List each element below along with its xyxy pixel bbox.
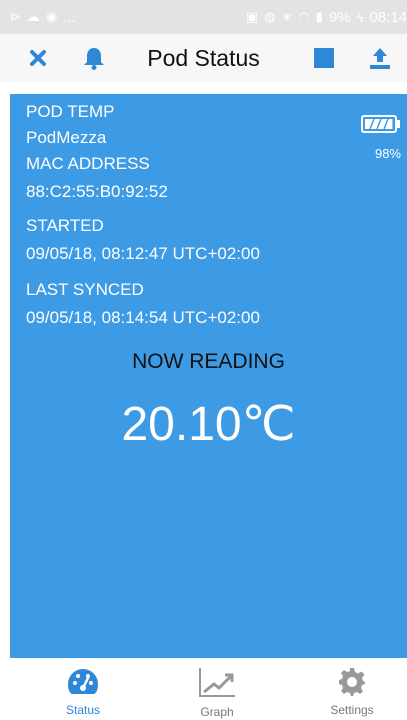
tab-graph-label: Graph <box>200 705 234 719</box>
vibrate-icon: ▣ <box>245 9 259 24</box>
mac-address-label: MAC ADDRESS <box>26 154 150 173</box>
battery-percent-text: 9% <box>328 8 351 26</box>
bell-icon <box>84 48 104 70</box>
tab-settings[interactable]: Settings <box>307 666 397 717</box>
signal-icon: ▮ <box>315 9 323 24</box>
started-value: 09/05/18, 08:12:47 UTC+02:00 <box>26 244 260 263</box>
alarm-button[interactable] <box>78 42 110 74</box>
bottom-navigation: Status Graph Settings <box>0 658 407 720</box>
page-title: Pod Status <box>147 45 260 71</box>
stop-icon <box>314 48 334 68</box>
upload-button[interactable] <box>364 42 396 74</box>
tab-status[interactable]: Status <box>38 666 128 717</box>
gamepad-icon: ◉ <box>45 9 58 24</box>
last-synced-value: 09/05/18, 08:14:54 UTC+02:00 <box>26 308 260 327</box>
system-status-bar: ⊳ ☁ ◉ ... ▣ ◍ ∗ ◠ ▮ 9% ϟ 08:14 <box>0 0 407 34</box>
cloud-icon: ☁ <box>26 9 40 24</box>
pod-battery-percent: 98% <box>374 146 401 161</box>
close-button[interactable] <box>22 42 54 74</box>
tab-settings-label: Settings <box>330 703 374 717</box>
mac-address-value: 88:C2:55:B0:92:52 <box>26 182 168 201</box>
more-notifications-text: ... <box>63 8 76 26</box>
cast-icon: ⊳ <box>10 9 21 24</box>
pod-name: PodMezza <box>26 128 107 147</box>
clock: 08:14 <box>369 8 407 26</box>
speedometer-icon <box>68 669 98 694</box>
notification-icons: ⊳ ☁ ◉ ... <box>10 9 76 26</box>
close-icon <box>30 50 46 66</box>
graph-icon <box>199 668 235 697</box>
bluetooth-icon: ∗ <box>281 9 293 24</box>
last-synced-label: LAST SYNCED <box>26 280 144 299</box>
started-label: STARTED <box>26 216 104 235</box>
charging-icon: ϟ <box>356 9 364 25</box>
wifi-icon: ◠ <box>298 9 310 24</box>
now-reading-label: NOW READING <box>132 350 285 373</box>
tab-graph[interactable]: Graph <box>172 666 262 719</box>
pod-status-panel: POD TEMP PodMezza MAC ADDRESS 88:C2:55:B… <box>10 94 407 658</box>
gear-icon <box>339 668 365 696</box>
battery-icon <box>361 115 400 133</box>
app-header: Pod Status <box>0 34 407 82</box>
stop-button[interactable] <box>308 42 340 74</box>
temperature-reading: 20.10℃ <box>121 398 296 451</box>
pod-temp-label: POD TEMP <box>26 102 115 121</box>
system-indicators: ▣ ◍ ∗ ◠ ▮ 9% ϟ 08:14 <box>246 9 407 26</box>
upload-icon <box>370 48 390 69</box>
location-icon: ◍ <box>264 9 276 24</box>
tab-status-label: Status <box>65 703 101 717</box>
